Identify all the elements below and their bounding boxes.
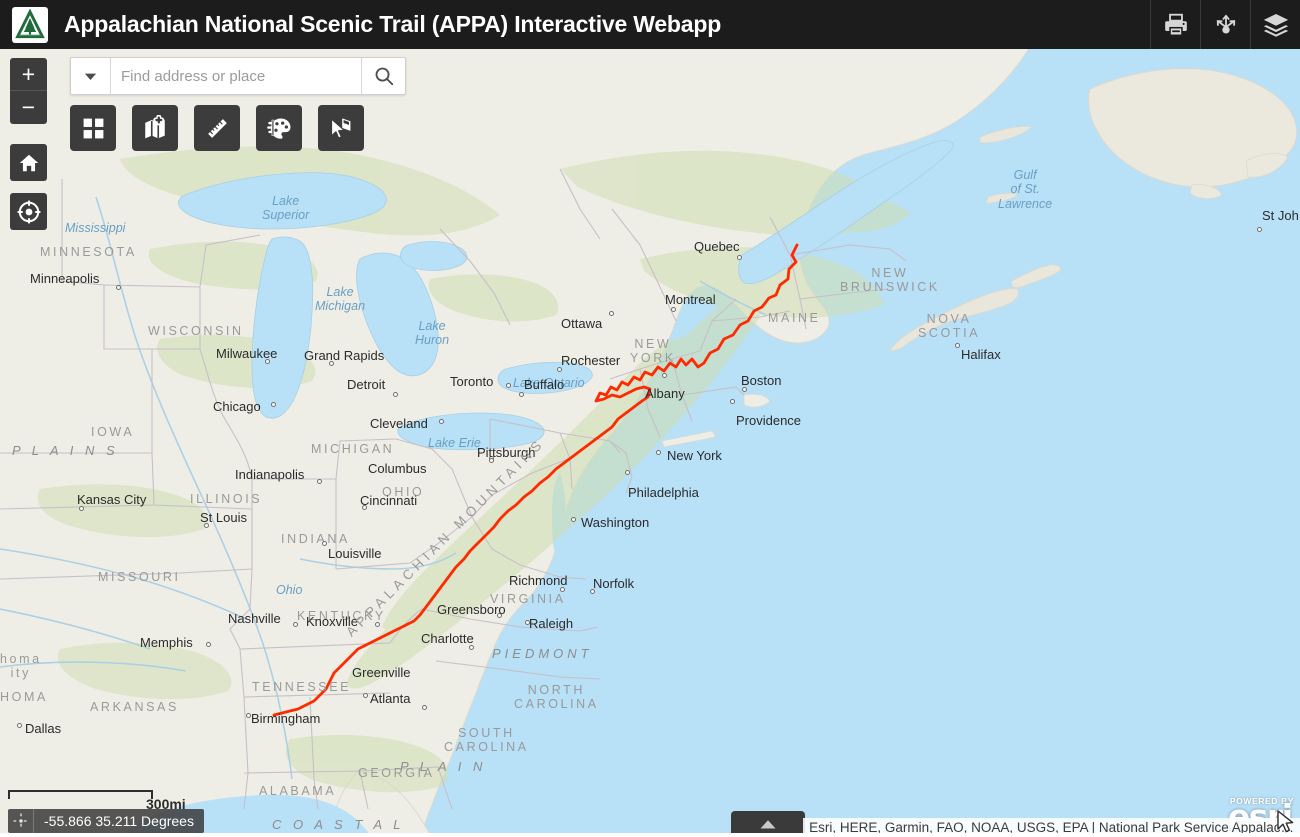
locate-button[interactable] [10, 193, 47, 230]
zoom-controls: + − [10, 58, 47, 124]
layers-button[interactable] [1250, 0, 1300, 49]
basemap-gallery-button[interactable] [70, 105, 116, 151]
zoom-in-button[interactable]: + [10, 58, 47, 91]
chevron-down-icon [84, 73, 97, 80]
home-icon [19, 154, 38, 171]
search-input[interactable] [111, 58, 361, 94]
webapp-root: Appalachian National Scenic Trail (APPA)… [0, 0, 1300, 837]
map-plus-icon [145, 115, 165, 139]
printer-icon [1164, 13, 1187, 36]
app-header: Appalachian National Scenic Trail (APPA)… [0, 0, 1300, 49]
map-label-mountain-range: APPALACHIAN MOUNTAINS [343, 435, 548, 640]
page-title: Appalachian National Scenic Trail (APPA)… [64, 11, 722, 37]
add-data-button[interactable] [132, 105, 178, 151]
zoom-out-button[interactable]: − [10, 91, 47, 124]
map-canvas[interactable]: Lake Superior Lake Michigan Lake Huron Lake Er… [0, 49, 1300, 837]
ruler-icon [206, 117, 228, 139]
search-icon [375, 67, 393, 86]
crosshair-icon[interactable] [8, 809, 34, 833]
locate-crosshair-icon [16, 199, 41, 224]
draw-button[interactable] [256, 105, 302, 151]
chevron-up-icon [760, 820, 776, 829]
select-button[interactable] [318, 105, 364, 151]
palette-icon [267, 118, 291, 139]
share-button[interactable] [1200, 0, 1250, 49]
appalachian-trail-logo [12, 6, 48, 43]
mouse-cursor-icon [1277, 810, 1294, 833]
share-icon [1216, 13, 1235, 34]
search-source-dropdown[interactable] [71, 58, 111, 94]
svg-text:APPALACHIAN MOUNTAINS: APPALACHIAN MOUNTAINS [343, 435, 548, 640]
cursor-select-icon [330, 116, 352, 139]
measure-button[interactable] [194, 105, 240, 151]
search-widget [70, 57, 406, 95]
grid-squares-icon [83, 118, 103, 138]
home-button[interactable] [10, 144, 47, 181]
search-submit-button[interactable] [361, 58, 405, 94]
coordinate-readout: -55.866 35.211 Degrees [44, 813, 194, 829]
print-button[interactable] [1150, 0, 1200, 49]
layers-icon [1263, 13, 1288, 37]
coordinate-widget: -55.866 35.211 Degrees [8, 809, 204, 833]
widget-toolbar [70, 105, 364, 151]
bottom-white-strip [0, 833, 1300, 837]
